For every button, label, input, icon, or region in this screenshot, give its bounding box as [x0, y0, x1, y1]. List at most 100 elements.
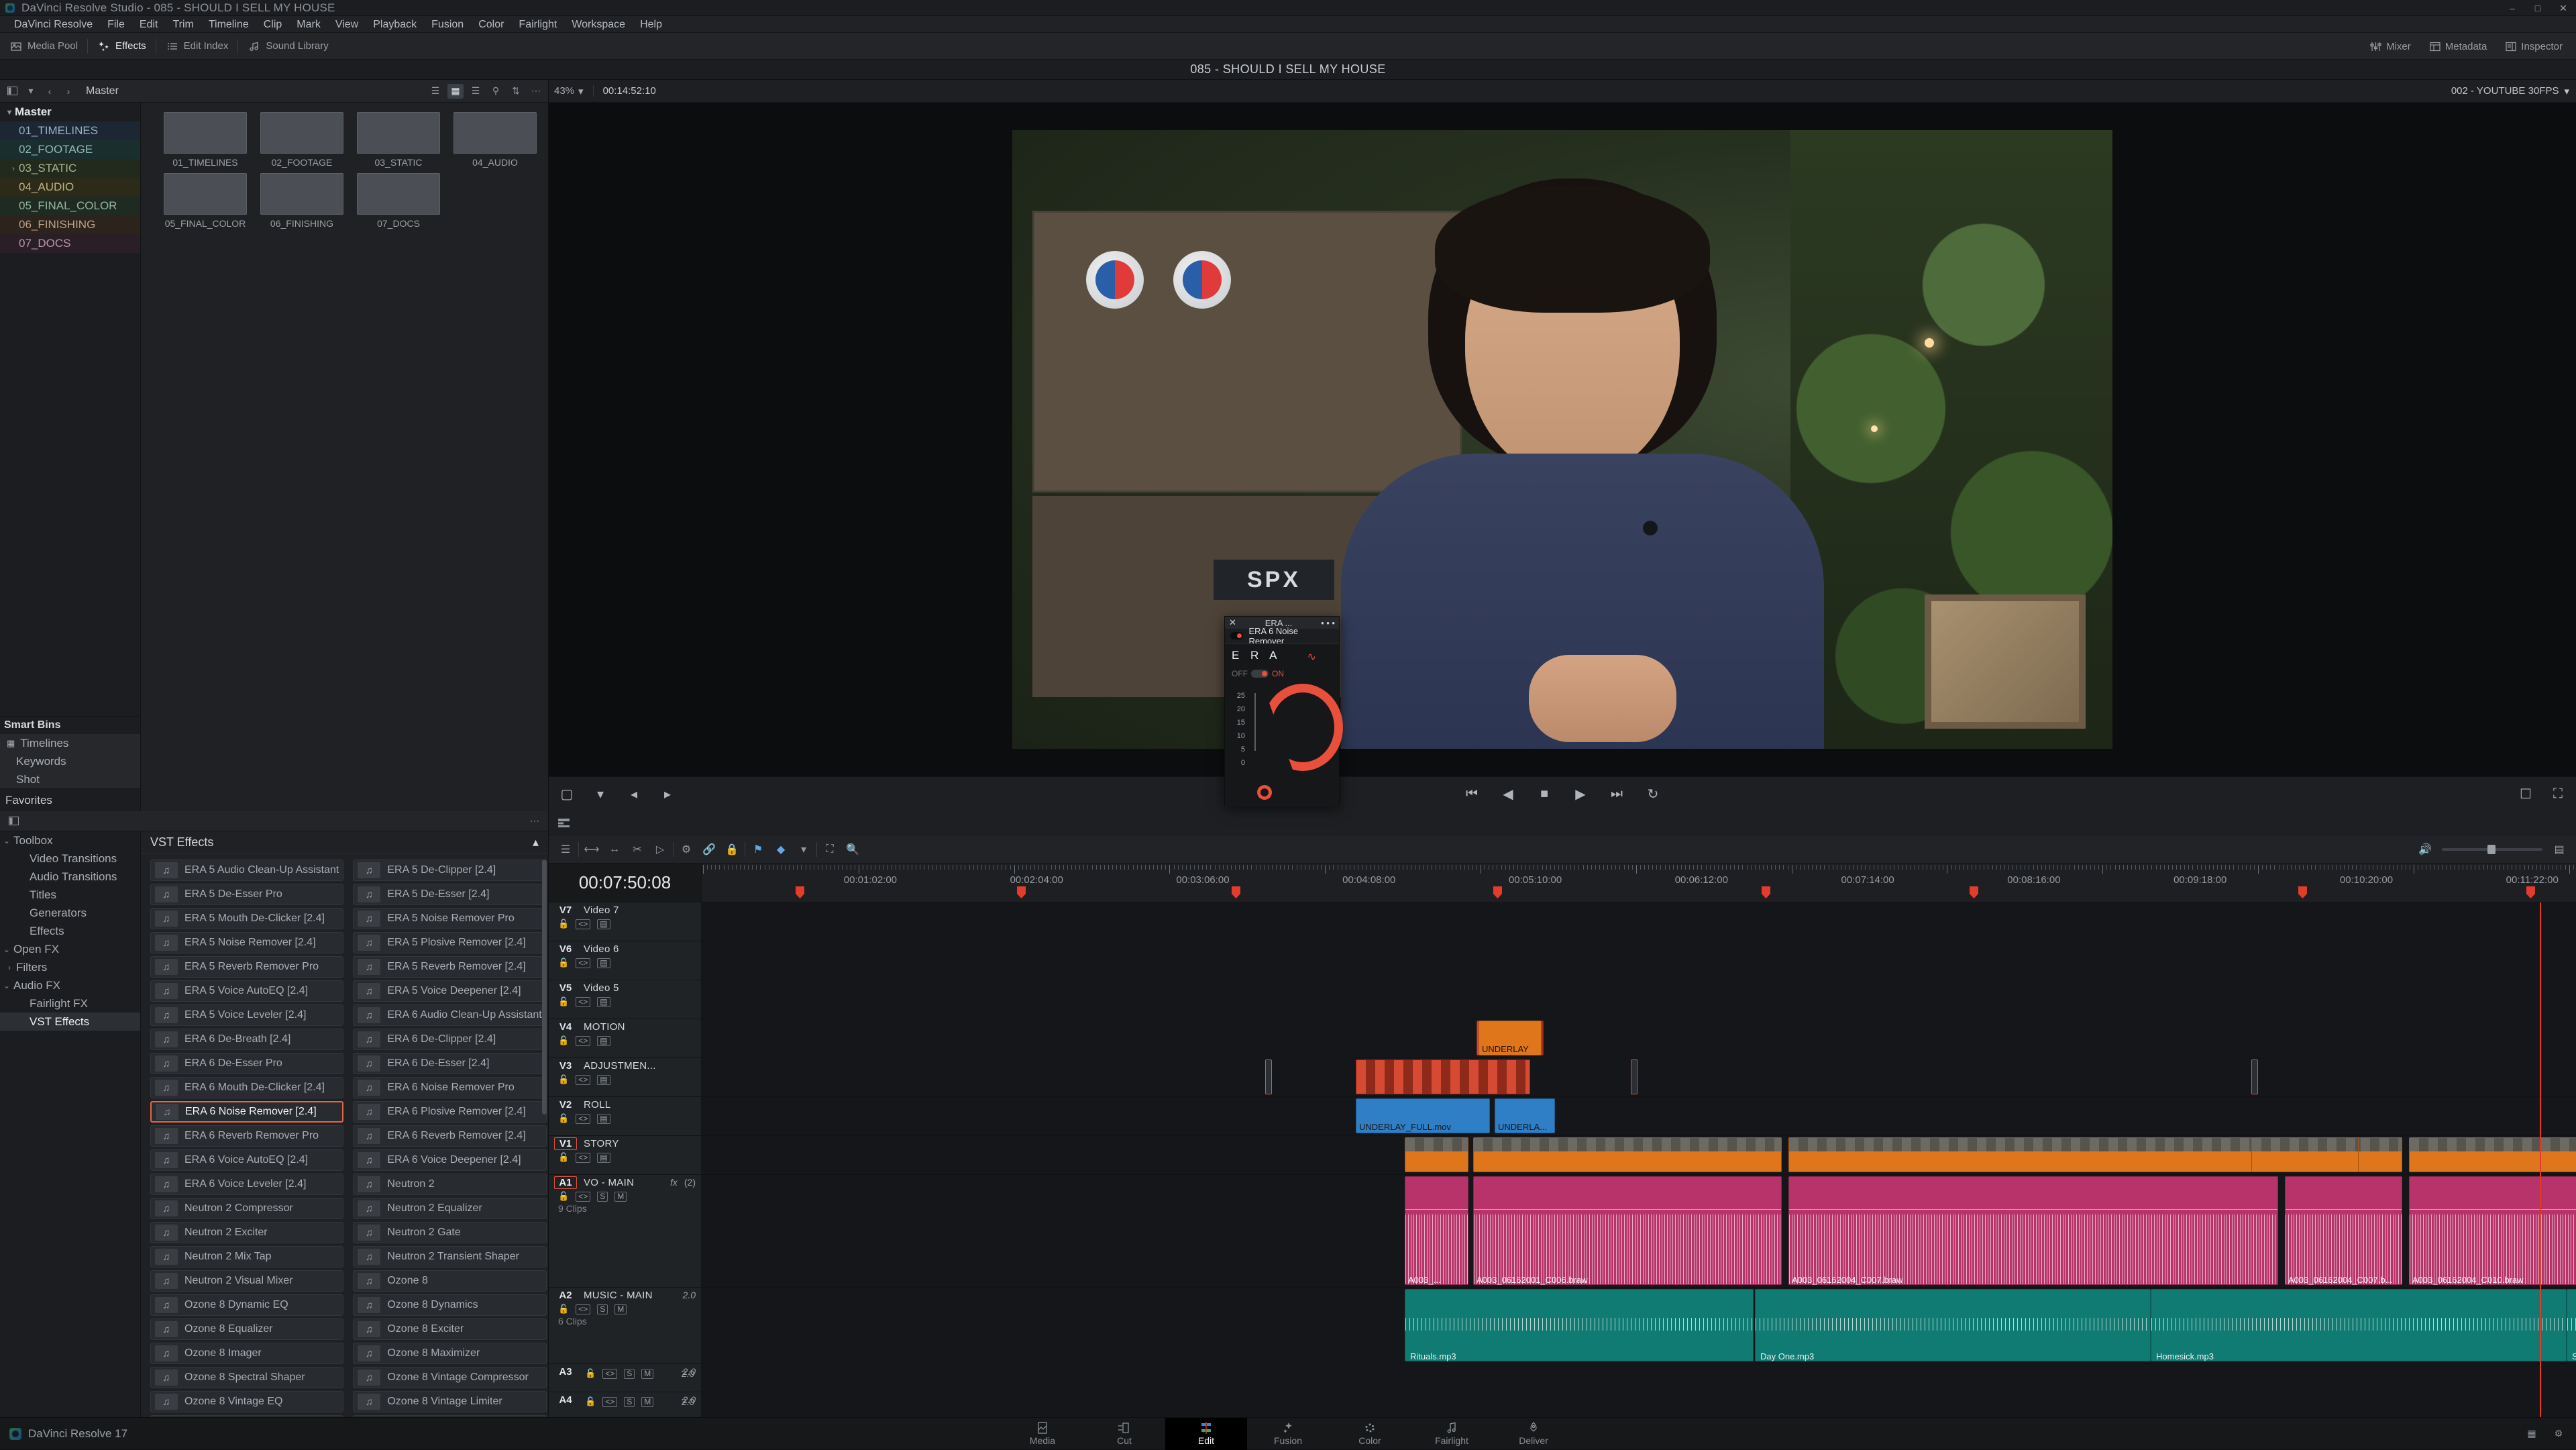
timeline-clip[interactable]	[2251, 1059, 2258, 1094]
track-auto-select-icon[interactable]: <>	[576, 1152, 591, 1163]
bin-folder-item[interactable]: 04_AUDIO	[453, 112, 537, 168]
track-name[interactable]: VO - MAIN	[584, 1177, 634, 1188]
jump-start-button[interactable]: ⏮	[1460, 784, 1483, 805]
timeline-clip[interactable]	[2409, 1137, 2576, 1172]
options-icon[interactable]: ⋯	[528, 84, 544, 99]
bin-item-05_final_color[interactable]: 05_FINAL_COLOR	[0, 197, 140, 215]
timeline-options-icon[interactable]: ☰	[555, 840, 576, 859]
track-lock-icon[interactable]: 🔓	[558, 1304, 569, 1314]
track-number[interactable]: V7	[554, 904, 577, 916]
track-lock-icon[interactable]: 🔓	[585, 1368, 596, 1379]
track-mute-button[interactable]: M	[614, 1304, 627, 1314]
page-button-media[interactable]: Media	[1002, 1418, 1083, 1450]
thumbnail-size-icon[interactable]: ☰	[427, 84, 443, 99]
play-forward-button[interactable]: ▶	[1569, 784, 1592, 805]
track-lane-a4[interactable]	[702, 1392, 2576, 1417]
vst-effect-card[interactable]: ♫ Ozone 8 Vintage EQ	[150, 1391, 344, 1412]
era-processing-dial-arc[interactable]	[1263, 684, 1343, 771]
vst-effect-card[interactable]: ♫ ERA 6 De-Breath [2.4]	[150, 1029, 344, 1050]
track-auto-select-icon[interactable]: <>	[576, 1304, 591, 1314]
blade-edit-icon[interactable]: ▷	[650, 840, 670, 859]
track-lock-icon[interactable]: 🔓	[585, 1396, 596, 1407]
vst-effect-card[interactable]: ♫ ERA 6 Reverb Remover Pro	[150, 1125, 344, 1147]
smart-bin-keywords[interactable]: Keywords	[0, 752, 140, 770]
timeline-clip[interactable]	[1405, 1176, 1468, 1285]
vst-effect-card[interactable]: ♫ ERA 5 De-Clipper [2.4]	[353, 860, 547, 881]
vst-effect-card[interactable]: ♫ ERA 6 Audio Clean-Up Assistant	[353, 1004, 547, 1026]
track-name[interactable]: Video 7	[584, 904, 619, 916]
track-number[interactable]: V2	[554, 1099, 577, 1110]
track-video-enable-icon[interactable]: ▤	[597, 1074, 610, 1085]
track-auto-select-icon[interactable]: <>	[576, 996, 591, 1007]
menu-item-playback[interactable]: Playback	[366, 16, 424, 33]
track-video-enable-icon[interactable]: ▤	[597, 919, 610, 929]
track-lane-v6[interactable]	[702, 941, 2576, 980]
timeline-marker[interactable]	[1017, 886, 1026, 898]
track-name[interactable]: ADJUSTMEN...	[584, 1060, 656, 1072]
track-lane-a1[interactable]: A003_... A003_06162001_C006.braw A003_0616…	[702, 1175, 2576, 1288]
track-number[interactable]: A1	[554, 1176, 577, 1189]
smart-bin-shot[interactable]: Shot	[0, 770, 140, 788]
menu-item-davinci-resolve[interactable]: DaVinci Resolve	[7, 16, 100, 33]
vst-effect-card[interactable]: ♫ Neutron 2 Exciter	[150, 1222, 344, 1243]
era-power-switch[interactable]	[1251, 670, 1269, 678]
menu-item-file[interactable]: File	[100, 16, 132, 33]
timeline-marker[interactable]	[2298, 886, 2307, 898]
era-noise-remover-window[interactable]: ✕ ERA ... • • • ERA 6 Noise Remover E R …	[1224, 616, 1343, 807]
bin-item-02_footage[interactable]: 02_FOOTAGE	[0, 140, 140, 159]
inspector-button[interactable]: Inspector	[2496, 33, 2572, 60]
bin-folder-item[interactable]: 03_STATIC	[357, 112, 440, 168]
vst-effect-card[interactable]: ♫ ERA 6 Voice Leveler [2.4]	[150, 1174, 344, 1195]
track-lane-v7[interactable]	[702, 902, 2576, 941]
page-button-deliver[interactable]: Deliver	[1493, 1418, 1574, 1450]
grid-view-icon[interactable]: ▦	[447, 83, 464, 99]
stop-button[interactable]: ■	[1533, 784, 1556, 805]
link-clips-icon[interactable]: 🔗	[699, 840, 719, 859]
effects-tree-item-fairlight-fx[interactable]: Fairlight FX	[0, 994, 140, 1013]
track-auto-select-icon[interactable]: <>	[576, 1074, 591, 1085]
menu-item-clip[interactable]: Clip	[256, 16, 290, 33]
track-number[interactable]: V1	[554, 1137, 577, 1150]
vst-effect-card[interactable]: ♫ ERA 5 Audio Clean-Up Assistant	[150, 860, 344, 881]
vst-effect-card[interactable]: ♫ Neutron 2 Visual Mixer	[150, 1270, 344, 1292]
vst-effect-card[interactable]: ♫ ERA 5 Plosive Remover [2.4]	[353, 932, 547, 953]
prev-edit-icon[interactable]: ◂	[623, 784, 645, 805]
timeline-marker[interactable]	[1970, 886, 1978, 898]
era-close-icon[interactable]: ✕	[1229, 617, 1236, 628]
effects-scrollbar[interactable]	[542, 860, 547, 1115]
track-name[interactable]: ROLL	[584, 1099, 610, 1110]
media-pool-sidebar-toggle-icon[interactable]	[4, 84, 20, 99]
timeline-clip[interactable]	[2151, 1289, 2567, 1361]
vst-effect-card[interactable]: ♫ Ozone 8 Exciter	[353, 1318, 547, 1340]
viewer-mode-icon[interactable]: ▢	[555, 784, 578, 805]
bin-folder-item[interactable]: 05_FINAL_COLOR	[164, 173, 247, 229]
track-auto-select-icon[interactable]: <>	[576, 919, 591, 929]
menu-item-trim[interactable]: Trim	[165, 16, 201, 33]
track-header-v2[interactable]: V2 ROLL 🔓 <> ▤	[549, 1097, 701, 1136]
project-manager-icon[interactable]: ▦	[2524, 1427, 2540, 1441]
timeline-tracks-canvas[interactable]: UNDERLAY UNDERLAY_FULL.mov UNDERLA... A003_…	[702, 902, 2576, 1417]
track-auto-select-icon[interactable]: <>	[576, 957, 591, 968]
vst-effect-card[interactable]: ♫ ERA 6 Voice Deepener [2.4]	[353, 1149, 547, 1171]
track-name[interactable]: MOTION	[584, 1021, 625, 1033]
track-header-a4[interactable]: A4 2.0 🔓 <> S M 2.0	[549, 1392, 701, 1417]
vst-effect-card[interactable]: ♫ ERA 6 Reverb Remover [2.4]	[353, 1125, 547, 1147]
track-lock-icon[interactable]: 🔓	[558, 1152, 569, 1163]
bin-folder-item[interactable]: 06_FINISHING	[260, 173, 343, 229]
effects-tree-item-video-transitions[interactable]: Video Transitions	[0, 849, 140, 868]
play-reverse-button[interactable]: ◀	[1497, 784, 1519, 805]
era-enable-toggle[interactable]	[1230, 632, 1244, 639]
bin-item-06_finishing[interactable]: 06_FINISHING	[0, 215, 140, 234]
track-solo-button[interactable]: S	[624, 1368, 635, 1379]
track-auto-select-icon[interactable]: <>	[602, 1368, 618, 1379]
viewer-timeline-selector[interactable]: 002 - YOUTUBE 30FPS ▾	[2451, 85, 2569, 97]
next-edit-icon[interactable]: ▸	[656, 784, 679, 805]
timeline-marker[interactable]	[1232, 886, 1240, 898]
snapshot-icon[interactable]: ☐	[2514, 784, 2537, 805]
timeline-clip[interactable]	[1356, 1059, 1530, 1094]
vst-effect-card[interactable]: ♫ ERA 5 Voice AutoEQ [2.4]	[150, 980, 344, 1002]
track-video-enable-icon[interactable]: ▤	[597, 957, 610, 968]
timeline-clip[interactable]	[2285, 1176, 2402, 1285]
track-header-v4[interactable]: V4 MOTION 🔓 <> ▤	[549, 1019, 701, 1058]
bin-item-01_timelines[interactable]: 01_TIMELINES	[0, 121, 140, 140]
